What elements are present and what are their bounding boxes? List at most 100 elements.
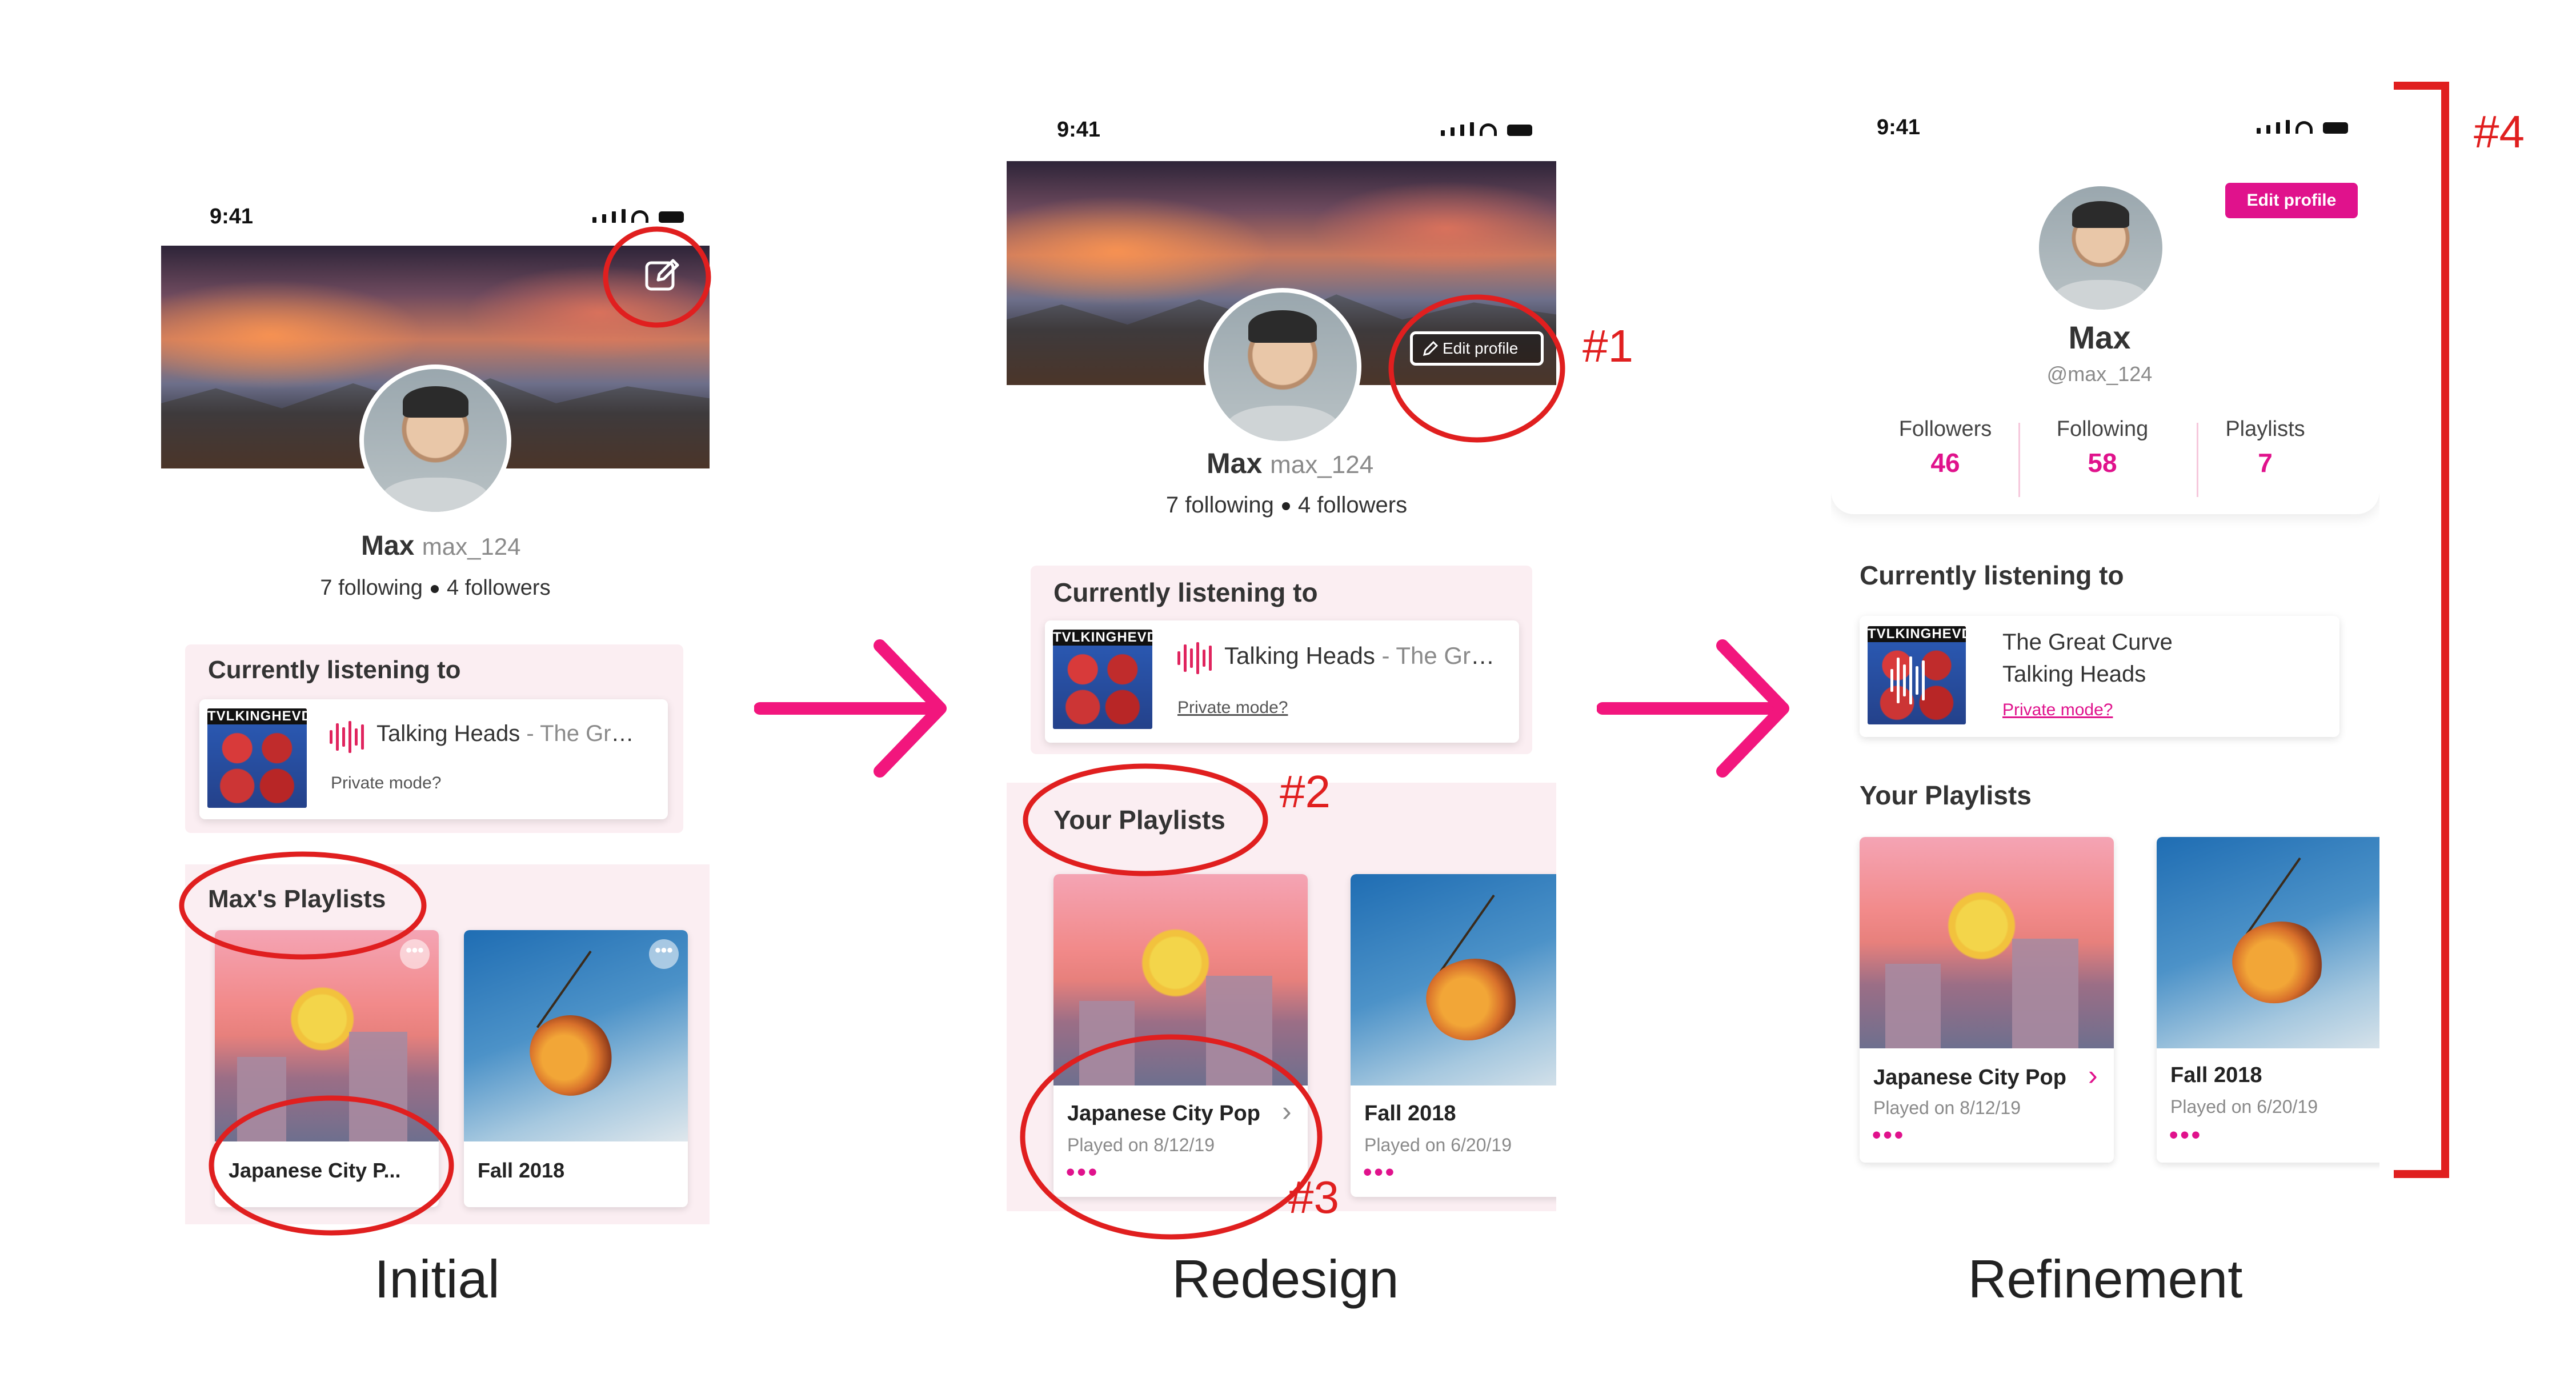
avatar[interactable] — [1204, 288, 1361, 446]
more-icon[interactable]: ••• — [1872, 1123, 1905, 1148]
annotation-ring — [209, 1095, 454, 1236]
stat-value: 46 — [1930, 448, 1960, 478]
track-text: Talking Heads - The Great Curve — [1224, 642, 1499, 669]
initial-screen: 9:41 Max max_124 7 following 4 followers … — [161, 187, 710, 1250]
status-icons — [592, 209, 684, 223]
track-title: The Great Curve — [2002, 630, 2173, 655]
sound-wave-icon — [330, 720, 364, 754]
track-artist: Talking Heads — [2002, 662, 2146, 687]
followers-count[interactable]: 4 followers — [447, 576, 551, 600]
profile-name: Max max_124 — [1207, 447, 1374, 479]
playlist-card[interactable]: Fall 2018 Played on 6/20/19 ••• — [1351, 874, 1556, 1197]
playlist-date: Played on 6/20/19 — [2170, 1096, 2318, 1117]
section-title: Currently listening to — [1053, 578, 1318, 607]
status-time: 9:41 — [1057, 118, 1101, 142]
playlist-card[interactable]: Fall 2018 Played on 6/20/19 ••• — [2157, 837, 2379, 1163]
follow-stats: 7 following 4 followers — [304, 576, 567, 600]
annotation-label: #2 — [1280, 766, 1331, 817]
chevron-right-icon[interactable]: › — [2088, 1059, 2098, 1092]
annotation-ring — [1388, 294, 1565, 443]
stat-playlists[interactable]: Playlists 7 — [2202, 417, 2328, 478]
album-cover: TVLKINGHEVDS — [1053, 630, 1152, 729]
caption-initial: Initial — [374, 1249, 500, 1309]
private-mode-link[interactable]: Private mode? — [2002, 700, 2113, 720]
caption-refinement: Refinement — [1968, 1249, 2243, 1309]
annotation-ring — [1023, 763, 1268, 876]
sound-wave-icon — [1890, 655, 1925, 706]
annotation-label: #4 — [2474, 106, 2525, 157]
annotation-bracket — [2394, 82, 2449, 1178]
annotation-ring — [1020, 1034, 1323, 1240]
private-mode-link[interactable]: Private mode? — [1177, 698, 1288, 718]
now-playing-card[interactable]: TVLKINGHEVDS The Great Curve Talking Hea… — [1860, 616, 2339, 737]
annotation-ring — [179, 851, 427, 960]
album-cover: TVLKINGHEVDS — [207, 708, 307, 808]
playlist-date: Played on 6/20/19 — [1364, 1135, 1512, 1155]
more-icon[interactable]: ••• — [649, 939, 679, 969]
more-icon[interactable]: ••• — [1363, 1160, 1396, 1185]
status-time: 9:41 — [210, 205, 254, 229]
avatar[interactable] — [2037, 184, 2165, 312]
status-time: 9:41 — [1877, 115, 1921, 139]
section-title: Your Playlists — [1860, 780, 2032, 810]
currently-listening-section: Currently listening to TVLKINGHEVDS Talk… — [185, 644, 683, 833]
annotation-label: #1 — [1583, 321, 1633, 371]
stat-following[interactable]: Following 58 — [2028, 417, 2177, 478]
playlist-title: Fall 2018 — [478, 1159, 565, 1182]
status-icons — [2257, 120, 2348, 134]
wifi-icon — [631, 210, 648, 223]
status-icons — [1441, 122, 1532, 136]
caption-redesign: Redesign — [1172, 1249, 1399, 1309]
stat-value: 7 — [2258, 448, 2273, 478]
profile-name: Max max_124 — [361, 531, 521, 561]
playlist-card[interactable]: Japanese City Pop › Played on 8/12/19 ••… — [1860, 837, 2114, 1163]
playlist-title: Japanese City Pop — [1873, 1065, 2066, 1089]
private-mode-link[interactable]: Private mode? — [331, 774, 441, 793]
signal-icon — [592, 217, 596, 223]
profile-handle: @max_124 — [2046, 362, 2153, 386]
divider — [2197, 423, 2198, 497]
refinement-screen: 9:41 Edit profile Max @max_124 Followers… — [1831, 91, 2379, 1177]
following-count[interactable]: 7 following — [1166, 492, 1274, 518]
playlist-cover — [2157, 837, 2379, 1048]
stat-followers[interactable]: Followers 46 — [1871, 417, 2020, 478]
followers-count[interactable]: 4 followers — [1298, 492, 1407, 518]
battery-icon — [1507, 125, 1532, 136]
avatar[interactable] — [359, 364, 511, 516]
now-playing-card[interactable]: TVLKINGHEVDS Talking Heads - The Great C… — [1045, 620, 1519, 743]
profile-name: Max — [2068, 319, 2131, 355]
more-icon[interactable]: ••• — [2169, 1123, 2202, 1148]
playlist-cover — [1351, 874, 1556, 1085]
playlist-date: Played on 8/12/19 — [1873, 1097, 2021, 1118]
wifi-icon — [2295, 121, 2313, 134]
playlist-cover — [1860, 837, 2114, 1048]
following-count[interactable]: 7 following — [320, 576, 423, 600]
section-title: Currently listening to — [1860, 560, 2124, 590]
signal-icon — [2257, 128, 2261, 134]
now-playing-card[interactable]: TVLKINGHEVDS Talking Heads - The Great C… — [199, 699, 668, 819]
profile-handle: max_124 — [1270, 451, 1374, 479]
playlist-title: Fall 2018 — [2170, 1063, 2262, 1087]
playlist-card[interactable]: ••• Fall 2018 — [464, 930, 688, 1207]
album-cover: TVLKINGHEVDS — [1868, 626, 1966, 724]
track-text: Talking Heads - The Great Curve — [376, 721, 645, 746]
divider — [2018, 423, 2020, 497]
stat-label: Playlists — [2225, 417, 2305, 441]
profile-handle: max_124 — [422, 533, 521, 560]
playlist-title: Fall 2018 — [1364, 1101, 1456, 1125]
stat-label: Followers — [1898, 417, 1992, 441]
status-bar: 9:41 — [1831, 115, 2379, 150]
annotation-ring — [603, 226, 711, 328]
edit-profile-button[interactable]: Edit profile — [2225, 183, 2358, 218]
signal-icon — [1441, 130, 1445, 136]
stat-value: 58 — [2088, 448, 2117, 478]
sound-wave-icon — [1177, 641, 1212, 675]
battery-icon — [659, 211, 684, 223]
arrow-icon — [754, 639, 947, 778]
wifi-icon — [1480, 123, 1497, 136]
section-title: Currently listening to — [208, 656, 461, 684]
status-bar: 9:41 — [1007, 118, 1556, 152]
follow-stats: 7 following 4 followers — [1138, 492, 1435, 518]
currently-listening-section: Currently listening to TVLKINGHEVDS Talk… — [1031, 566, 1532, 754]
battery-icon — [2323, 122, 2348, 134]
